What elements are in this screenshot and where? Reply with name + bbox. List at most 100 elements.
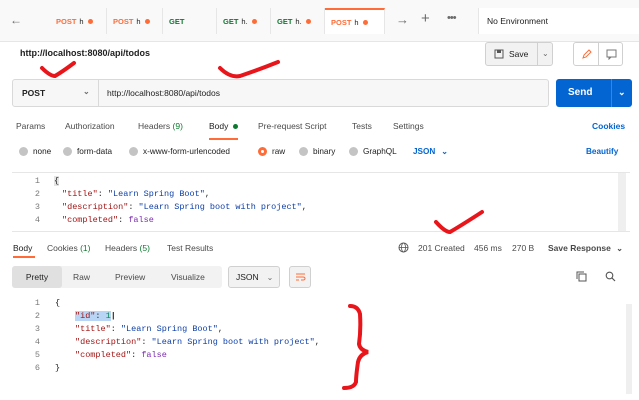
request-tab-1[interactable]: POST h [50,8,107,34]
radio-indicator-selected [258,147,267,156]
tab-params[interactable]: Params [16,121,45,131]
view-raw[interactable]: Raw [73,266,90,288]
tab-authorization[interactable]: Authorization [65,121,115,131]
more-options-icon[interactable]: ••• [447,12,457,24]
radio-indicator [19,147,28,156]
comment-icon[interactable] [599,43,623,65]
request-body-editor[interactable]: 1 { 2 "title": "Learn Spring Boot", 3 "d… [12,172,630,232]
json-punct: , [217,324,223,334]
chevron-down-icon: ⌄ [616,244,623,253]
headers-count: (5) [139,243,150,253]
save-response-button[interactable]: Save Response ⌄ [548,243,623,253]
code-line-5: "completed": false [75,350,167,360]
radio-label: GraphQL [363,147,397,156]
tab-bar: ← POST h POST h GET GET h. GET h. POST h… [0,0,639,42]
url-input[interactable]: http://localhost:8080/api/todos [107,80,220,106]
response-time[interactable]: 456 ms [474,243,502,253]
radio-form-data[interactable]: form-data [63,147,112,156]
tab-method: GET [169,16,185,26]
chevron-down-icon: ⌄ [83,87,90,96]
save-button[interactable]: Save ⌄ [485,42,553,66]
response-view-modes: Pretty Raw Preview Visualize [12,266,222,288]
radio-indicator [299,147,308,156]
divider [611,79,612,107]
chevron-down-icon: ⌄ [266,272,274,282]
copy-icon[interactable] [576,271,587,282]
view-visualize[interactable]: Visualize [171,266,205,288]
json-punct: , [314,337,320,347]
response-body-viewer[interactable]: 1 { 2 "id": 1| 3 "title": "Learn Spring … [0,296,639,400]
radio-none[interactable]: none [19,147,51,156]
add-tab-icon[interactable]: + [421,10,430,27]
tab-body[interactable]: Body [209,121,238,140]
request-tab-3[interactable]: GET [163,8,217,34]
json-value: false [128,215,154,225]
view-pretty[interactable]: Pretty [12,266,62,288]
unsaved-dot-icon [144,18,150,24]
search-icon[interactable] [605,271,616,282]
environment-selector[interactable]: No Environment [478,8,639,34]
radio-binary[interactable]: binary [299,147,335,156]
code-line-1: { [54,176,60,186]
wrap-lines-button[interactable] [289,266,311,288]
response-tab-headers[interactable]: Headers (5) [105,243,150,253]
json-key: "title" [62,189,98,199]
code-line-1: { [55,298,61,308]
code-line-4: "completed": false [62,215,154,225]
globe-icon[interactable] [398,242,409,253]
view-preview[interactable]: Preview [115,266,145,288]
json-punct: , [204,189,210,199]
edit-icon[interactable] [574,43,599,65]
tab-name: h. [241,16,248,26]
send-button[interactable]: Send ⌄ [556,79,632,107]
response-tab-cookies[interactable]: Cookies (1) [47,243,90,253]
line-number: 1 [34,176,40,186]
response-format-select[interactable]: JSON ⌄ [228,266,280,288]
method-select[interactable]: POST ⌄ [13,80,99,106]
response-tab-test-results[interactable]: Test Results [167,243,213,253]
save-response-label: Save Response [548,243,611,253]
radio-graphql[interactable]: GraphQL [349,147,397,156]
scrollbar[interactable] [626,304,632,394]
request-tab-2[interactable]: POST h [107,8,163,34]
back-arrow-icon[interactable]: ← [10,13,22,27]
json-value: "Learn Spring Boot" [120,324,218,334]
response-size[interactable]: 270 B [512,243,534,253]
cookies-link[interactable]: Cookies [592,121,625,131]
tab-tests[interactable]: Tests [352,121,372,131]
radio-raw[interactable]: raw [258,147,285,156]
tab-headers-label: Headers [138,121,171,131]
unsaved-dot-icon [87,18,93,24]
url-bar: POST ⌄ http://localhost:8080/api/todos [12,79,549,107]
save-label: Save [509,49,529,59]
beautify-link[interactable]: Beautify [586,147,618,156]
send-label: Send [568,87,593,98]
status-code[interactable]: 201 Created [418,243,465,253]
tab-settings[interactable]: Settings [393,121,424,131]
tab-name: h [354,17,359,27]
radio-label: binary [313,147,336,156]
chevron-down-icon[interactable]: ⌄ [542,49,549,58]
response-tab-body[interactable]: Body [13,243,32,253]
radio-urlencoded[interactable]: x-www-form-urlencoded [129,147,230,156]
method-label: POST [22,88,46,98]
line-number: 5 [34,350,40,360]
tab-name: h. [295,16,302,26]
json-value: "Learn Spring boot with project" [138,202,302,212]
request-tab-active[interactable]: POST h [325,8,385,34]
chevron-down-icon[interactable]: ⌄ [618,87,626,98]
radio-label: none [33,147,52,156]
scrollbar[interactable] [618,173,626,231]
line-number: 2 [34,189,40,199]
radio-label: form-data [77,147,113,156]
request-tab-4[interactable]: GET h. [217,8,271,34]
json-type-label: JSON [413,147,436,156]
tab-headers[interactable]: Headers (9) [138,121,183,131]
request-tab-5[interactable]: GET h. [271,8,325,34]
tab-prerequest-script[interactable]: Pre-request Script [258,121,327,131]
json-type-select[interactable]: JSON ⌄ [413,147,448,156]
arrow-right-icon[interactable]: → [396,12,409,27]
json-key: "completed" [62,215,119,225]
unsaved-dot-icon [305,18,311,24]
code-line-2: "id": 1| [75,311,116,321]
